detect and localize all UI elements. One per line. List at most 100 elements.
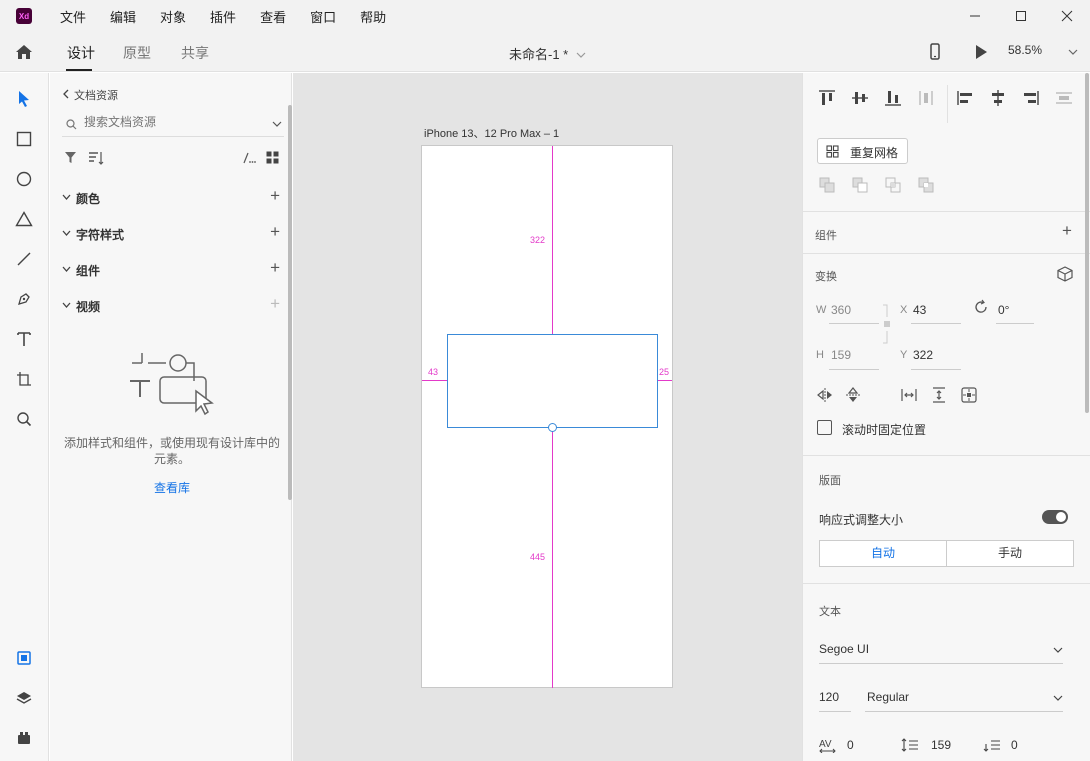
chevron-down-icon[interactable] — [272, 120, 282, 128]
x-position-field[interactable]: 43 — [913, 303, 926, 317]
document-assets-tool[interactable] — [14, 648, 34, 668]
flip-horizontal-icon[interactable] — [817, 387, 833, 403]
menu-edit[interactable]: 编辑 — [110, 7, 136, 26]
resize-manual-button[interactable]: 手动 — [946, 540, 1074, 567]
align-center-icon[interactable] — [988, 89, 1008, 107]
font-size-underline — [819, 711, 851, 712]
sort-icon[interactable] — [88, 151, 104, 165]
fix-position-checkbox[interactable] — [817, 420, 832, 435]
x-field-underline — [911, 323, 961, 324]
y-label: Y — [900, 349, 908, 361]
boolean-add-icon[interactable] — [819, 177, 835, 193]
zoom-tool[interactable] — [14, 409, 34, 429]
assets-scrollbar[interactable] — [288, 105, 292, 500]
preview-play-button[interactable] — [973, 42, 989, 65]
add-color-button[interactable]: + — [270, 186, 280, 206]
font-weight-dropdown[interactable]: Regular — [867, 690, 909, 704]
assets-back-link[interactable]: 文档资源 — [62, 87, 118, 103]
rectangle-tool[interactable] — [14, 129, 34, 149]
menu-object[interactable]: 对象 — [160, 7, 186, 26]
chevron-down-icon[interactable] — [1053, 694, 1063, 702]
paragraph-spacing-field[interactable]: 0 — [1011, 738, 1018, 752]
line-spacing-field[interactable]: 159 — [931, 738, 951, 752]
artboard-name[interactable]: iPhone 13、12 Pro Max – 1 — [424, 125, 559, 141]
lock-aspect-icon[interactable] — [881, 303, 891, 345]
svg-text:AV: AV — [819, 739, 832, 750]
menu-help[interactable]: 帮助 — [360, 7, 386, 26]
align-left-icon[interactable] — [956, 89, 976, 107]
font-size-field[interactable]: 120 — [819, 690, 839, 704]
layers-tool[interactable] — [14, 688, 34, 708]
menu-window[interactable]: 窗口 — [310, 7, 336, 26]
section-colors[interactable]: 颜色 + — [62, 186, 284, 208]
rotation-field[interactable]: 0° — [998, 303, 1009, 317]
section-video[interactable]: 视频 + — [62, 294, 284, 316]
constraints-icon[interactable] — [961, 387, 977, 403]
device-preview-button[interactable] — [928, 42, 942, 65]
distribute-vertical-icon[interactable] — [1054, 89, 1074, 107]
boolean-intersect-icon[interactable] — [885, 177, 901, 193]
tab-share[interactable]: 共享 — [181, 43, 209, 63]
boolean-subtract-icon[interactable] — [852, 177, 868, 193]
line-tool[interactable] — [14, 249, 34, 269]
boolean-exclude-icon[interactable] — [918, 177, 934, 193]
grid-view-icon[interactable] — [266, 151, 279, 164]
padding-horizontal-icon[interactable] — [901, 387, 917, 403]
align-middle-icon[interactable] — [850, 89, 870, 107]
y-position-field[interactable]: 322 — [913, 348, 933, 362]
home-button[interactable] — [14, 42, 34, 62]
list-view-icon[interactable] — [242, 152, 256, 164]
menu-file[interactable]: 文件 — [60, 7, 86, 26]
text-tool[interactable] — [14, 329, 34, 349]
distribute-horizontal-icon[interactable] — [916, 89, 936, 107]
resize-handle[interactable] — [548, 423, 557, 432]
add-component-button[interactable]: + — [270, 258, 280, 278]
artboard-tool[interactable] — [14, 369, 34, 389]
section-components[interactable]: 组件 + — [62, 258, 284, 280]
view-library-link[interactable]: 查看库 — [62, 479, 282, 496]
plugins-tool[interactable] — [14, 728, 34, 748]
add-video-button[interactable]: + — [270, 294, 280, 314]
tab-design[interactable]: 设计 — [67, 43, 95, 63]
menu-plugins[interactable]: 插件 — [210, 7, 236, 26]
pen-tool[interactable] — [14, 289, 34, 309]
width-field[interactable]: 360 — [831, 303, 851, 317]
chevron-down-icon[interactable] — [1053, 646, 1063, 654]
property-inspector: 重复网格 组件 + 变换 W 360 X 43 0° H 159 Y 322 滚… — [802, 73, 1090, 761]
rectangle-icon — [16, 131, 32, 147]
height-field[interactable]: 159 — [831, 348, 851, 362]
repeat-grid-label: 重复网格 — [850, 146, 899, 160]
resize-auto-button[interactable]: 自动 — [819, 540, 947, 567]
menu-view[interactable]: 查看 — [260, 7, 286, 26]
align-top-icon[interactable] — [817, 89, 837, 107]
canvas[interactable]: iPhone 13、12 Pro Max – 1 322 43 25 445 — [293, 73, 802, 761]
tab-prototype[interactable]: 原型 — [123, 43, 151, 63]
section-character-styles[interactable]: 字符样式 + — [62, 222, 284, 244]
close-window-button[interactable] — [1044, 0, 1090, 32]
paragraph-spacing-icon — [983, 740, 1000, 752]
maximize-button[interactable] — [998, 0, 1044, 32]
inspector-scrollbar[interactable] — [1085, 73, 1089, 413]
ellipse-tool[interactable] — [14, 169, 34, 189]
flip-vertical-icon[interactable] — [845, 387, 861, 403]
assets-search-input[interactable] — [84, 115, 264, 129]
filter-icon[interactable] — [64, 151, 77, 164]
add-character-style-button[interactable]: + — [270, 222, 280, 242]
repeat-grid-button[interactable]: 重复网格 — [817, 138, 908, 164]
repeat-grid-icon — [826, 145, 839, 158]
3d-transform-icon[interactable] — [1057, 266, 1073, 282]
responsive-resize-toggle[interactable] — [1042, 510, 1068, 524]
zoom-chevron-down-icon[interactable] — [1068, 48, 1078, 56]
zoom-level[interactable]: 58.5% — [1008, 43, 1042, 57]
select-tool[interactable] — [14, 89, 34, 109]
align-right-icon[interactable] — [1020, 89, 1040, 107]
align-bottom-icon[interactable] — [883, 89, 903, 107]
padding-vertical-icon[interactable] — [931, 387, 947, 403]
font-family-dropdown[interactable]: Segoe UI — [819, 642, 869, 656]
document-title[interactable]: 未命名-1 * — [509, 44, 586, 63]
polygon-tool[interactable] — [14, 209, 34, 229]
character-spacing-field[interactable]: 0 — [847, 738, 854, 752]
add-component-state-button[interactable]: + — [1062, 221, 1072, 241]
selected-rectangle[interactable] — [447, 334, 658, 428]
minimize-button[interactable] — [952, 0, 998, 32]
